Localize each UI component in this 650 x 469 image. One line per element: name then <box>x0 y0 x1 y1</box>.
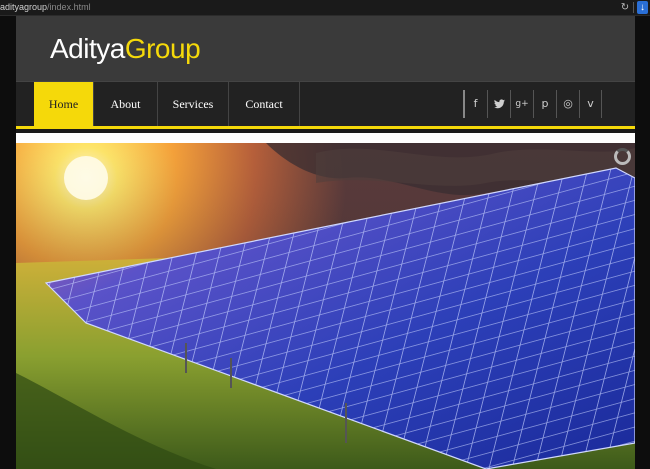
nav-item-services[interactable]: Services <box>158 82 229 127</box>
download-icon[interactable]: ↓ <box>637 1 648 14</box>
nav-item-about[interactable]: About <box>94 82 158 127</box>
site-logo[interactable]: AdityaGroup <box>50 32 201 66</box>
site-header: AdityaGroup <box>16 16 635 81</box>
url-path: /index.html <box>47 2 91 12</box>
pinterest-icon[interactable]: p <box>533 90 556 118</box>
logo-text-aditya: Aditya <box>50 33 125 64</box>
nav-item-contact[interactable]: Contact <box>229 82 300 127</box>
facebook-icon[interactable]: f <box>463 90 486 118</box>
main-navigation: Home About Services Contact f g+ p ◎ v <box>16 81 635 127</box>
reload-icon[interactable]: ↻ <box>619 1 631 14</box>
loading-spinner-icon <box>614 148 631 165</box>
nav-item-home[interactable]: Home <box>34 82 94 127</box>
dribbble-icon[interactable]: ◎ <box>556 90 579 118</box>
twitter-icon[interactable] <box>487 90 510 118</box>
google-plus-icon[interactable]: g+ <box>510 90 533 118</box>
dark-stripe <box>16 129 635 133</box>
solar-panels-image <box>16 143 635 469</box>
hero-slider[interactable] <box>16 143 635 469</box>
vimeo-icon[interactable]: v <box>579 90 602 118</box>
toolbar-divider <box>633 2 634 13</box>
browser-address-bar: adityagroup/index.html ↻ ↓ <box>0 0 650 16</box>
logo-text-group: Group <box>124 33 201 64</box>
web-page: AdityaGroup Home About Services Contact … <box>16 16 635 469</box>
address-url[interactable]: adityagroup/index.html <box>0 2 91 12</box>
url-host: adityagroup <box>0 2 48 12</box>
